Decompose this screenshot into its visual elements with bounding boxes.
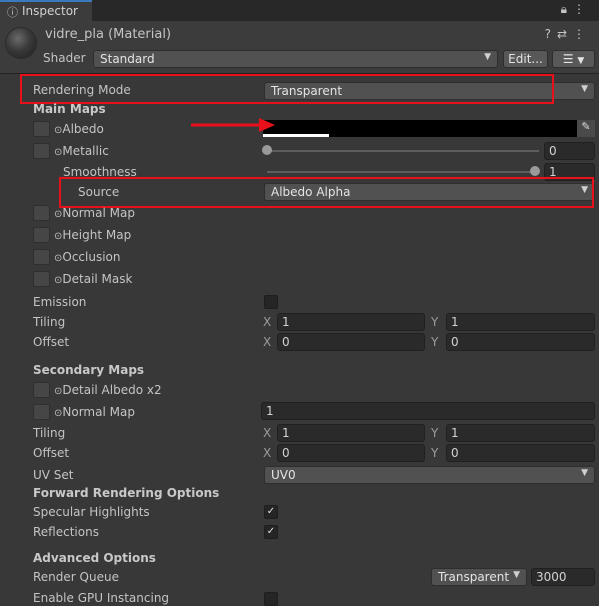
material-preview-icon (6, 28, 36, 58)
secondary-normal-scale-field[interactable]: 1 (261, 402, 595, 420)
offset-label: Offset (33, 335, 70, 349)
chevron-down-icon: ▼ (581, 468, 588, 478)
smoothness-slider-handle[interactable] (530, 166, 540, 176)
settings-icon[interactable]: ⇄ (557, 27, 573, 41)
shader-label: Shader (43, 51, 86, 65)
shader-edit-button[interactable]: Edit... (503, 50, 548, 68)
tab-label: Inspector (22, 4, 78, 18)
offset-x-field[interactable]: 0 (277, 333, 425, 351)
uv-set-value: UV0 (271, 468, 296, 482)
tiling-label: Tiling (33, 315, 66, 329)
chevron-down-icon: ▼ (484, 52, 491, 62)
forward-options-heading: Forward Rendering Options (33, 486, 220, 500)
tiling-y-field[interactable]: 1 (446, 313, 595, 331)
secondary-normal-label: ⊙Normal Map (54, 405, 135, 419)
specular-highlights-label: Specular Highlights (33, 505, 150, 519)
more-icon[interactable]: ⋮ (573, 2, 591, 16)
tab-inspector[interactable]: ⓘ Inspector (0, 0, 92, 21)
material-title: vidre_pla (Material) (45, 27, 172, 42)
emission-label: Emission (33, 295, 87, 309)
info-icon: ⓘ (7, 6, 18, 19)
secondary-offset-y-label: Y (431, 446, 439, 460)
lock-icon[interactable]: 🔒︎ (561, 2, 573, 16)
shader-value: Standard (100, 52, 155, 66)
smoothness-slider-track[interactable] (267, 171, 539, 173)
height-map-texture-slot[interactable] (33, 227, 50, 243)
help-icon[interactable]: ? (545, 27, 557, 41)
detail-mask-label: ⊙Detail Mask (54, 272, 133, 286)
render-queue-dropdown[interactable]: Transparent ▼ (431, 568, 527, 586)
gpu-instancing-label: Enable GPU Instancing (33, 591, 170, 605)
tiling-y-label: Y (431, 315, 439, 329)
metallic-slider-handle[interactable] (262, 145, 272, 155)
tiling-x-label: X (263, 315, 272, 329)
offset-y-field[interactable]: 0 (446, 333, 595, 351)
secondary-tiling-label: Tiling (33, 426, 66, 440)
detail-albedo-texture-slot[interactable] (33, 382, 50, 398)
secondary-tiling-y-label: Y (431, 426, 439, 440)
detail-albedo-label: ⊙Detail Albedo x2 (54, 383, 162, 397)
shader-options-button[interactable]: ☰ ▼ (552, 50, 595, 68)
highlight-box-source (59, 177, 594, 208)
secondary-maps-heading: Secondary Maps (33, 363, 145, 377)
chevron-down-icon: ▼ (577, 56, 585, 66)
reflections-checkbox[interactable]: ✓ (264, 525, 278, 539)
render-queue-mode: Transparent (438, 570, 510, 584)
secondary-offset-x-label: X (263, 446, 272, 460)
chevron-down-icon: ▼ (581, 84, 588, 94)
render-queue-label: Render Queue (33, 570, 119, 584)
secondary-tiling-x-field[interactable]: 1 (277, 424, 425, 442)
header-icons: ?⇄⋮ (545, 27, 591, 41)
occlusion-label: ⊙Occlusion (54, 250, 121, 264)
secondary-offset-y-field[interactable]: 0 (446, 444, 595, 462)
normal-map-label: ⊙Normal Map (54, 206, 135, 220)
offset-x-label: X (263, 335, 272, 349)
uv-set-label: UV Set (33, 468, 74, 482)
eyedropper-icon[interactable]: ✎ (577, 120, 595, 137)
red-arrow-annotation (191, 118, 275, 132)
chevron-down-icon: ▼ (513, 570, 520, 580)
list-icon: ☰ (562, 52, 574, 66)
main-maps-heading: Main Maps (33, 102, 106, 116)
more-icon[interactable]: ⋮ (573, 27, 591, 41)
highlight-box-rendering-mode (20, 74, 554, 104)
detail-mask-texture-slot[interactable] (33, 271, 50, 287)
occlusion-texture-slot[interactable] (33, 249, 50, 265)
secondary-offset-x-field[interactable]: 0 (277, 444, 425, 462)
metallic-slider-track[interactable] (267, 150, 539, 152)
uv-set-dropdown[interactable]: UV0 ▼ (264, 466, 595, 484)
height-map-label: ⊙Height Map (54, 228, 132, 242)
secondary-normal-texture-slot[interactable] (33, 404, 50, 420)
secondary-tiling-x-label: X (263, 426, 272, 440)
metallic-value-field[interactable]: 0 (544, 142, 595, 160)
tab-icons: 🔒︎⋮ (561, 2, 591, 17)
metallic-label: ⊙Metallic (54, 144, 109, 158)
offset-y-label: Y (431, 335, 439, 349)
albedo-texture-slot[interactable] (33, 121, 50, 137)
metallic-texture-slot[interactable] (33, 143, 50, 159)
normal-map-texture-slot[interactable] (33, 205, 50, 221)
advanced-options-heading: Advanced Options (33, 551, 156, 565)
reflections-label: Reflections (33, 525, 99, 539)
shader-dropdown[interactable]: Standard ▼ (93, 50, 498, 68)
albedo-color-swatch[interactable] (263, 120, 577, 137)
render-queue-value-field[interactable]: 3000 (531, 568, 595, 586)
specular-highlights-checkbox[interactable]: ✓ (264, 505, 278, 519)
emission-checkbox[interactable] (264, 295, 278, 309)
secondary-tiling-y-field[interactable]: 1 (446, 424, 595, 442)
albedo-label: ⊙Albedo (54, 122, 104, 136)
secondary-offset-label: Offset (33, 446, 70, 460)
tiling-x-field[interactable]: 1 (277, 313, 425, 331)
